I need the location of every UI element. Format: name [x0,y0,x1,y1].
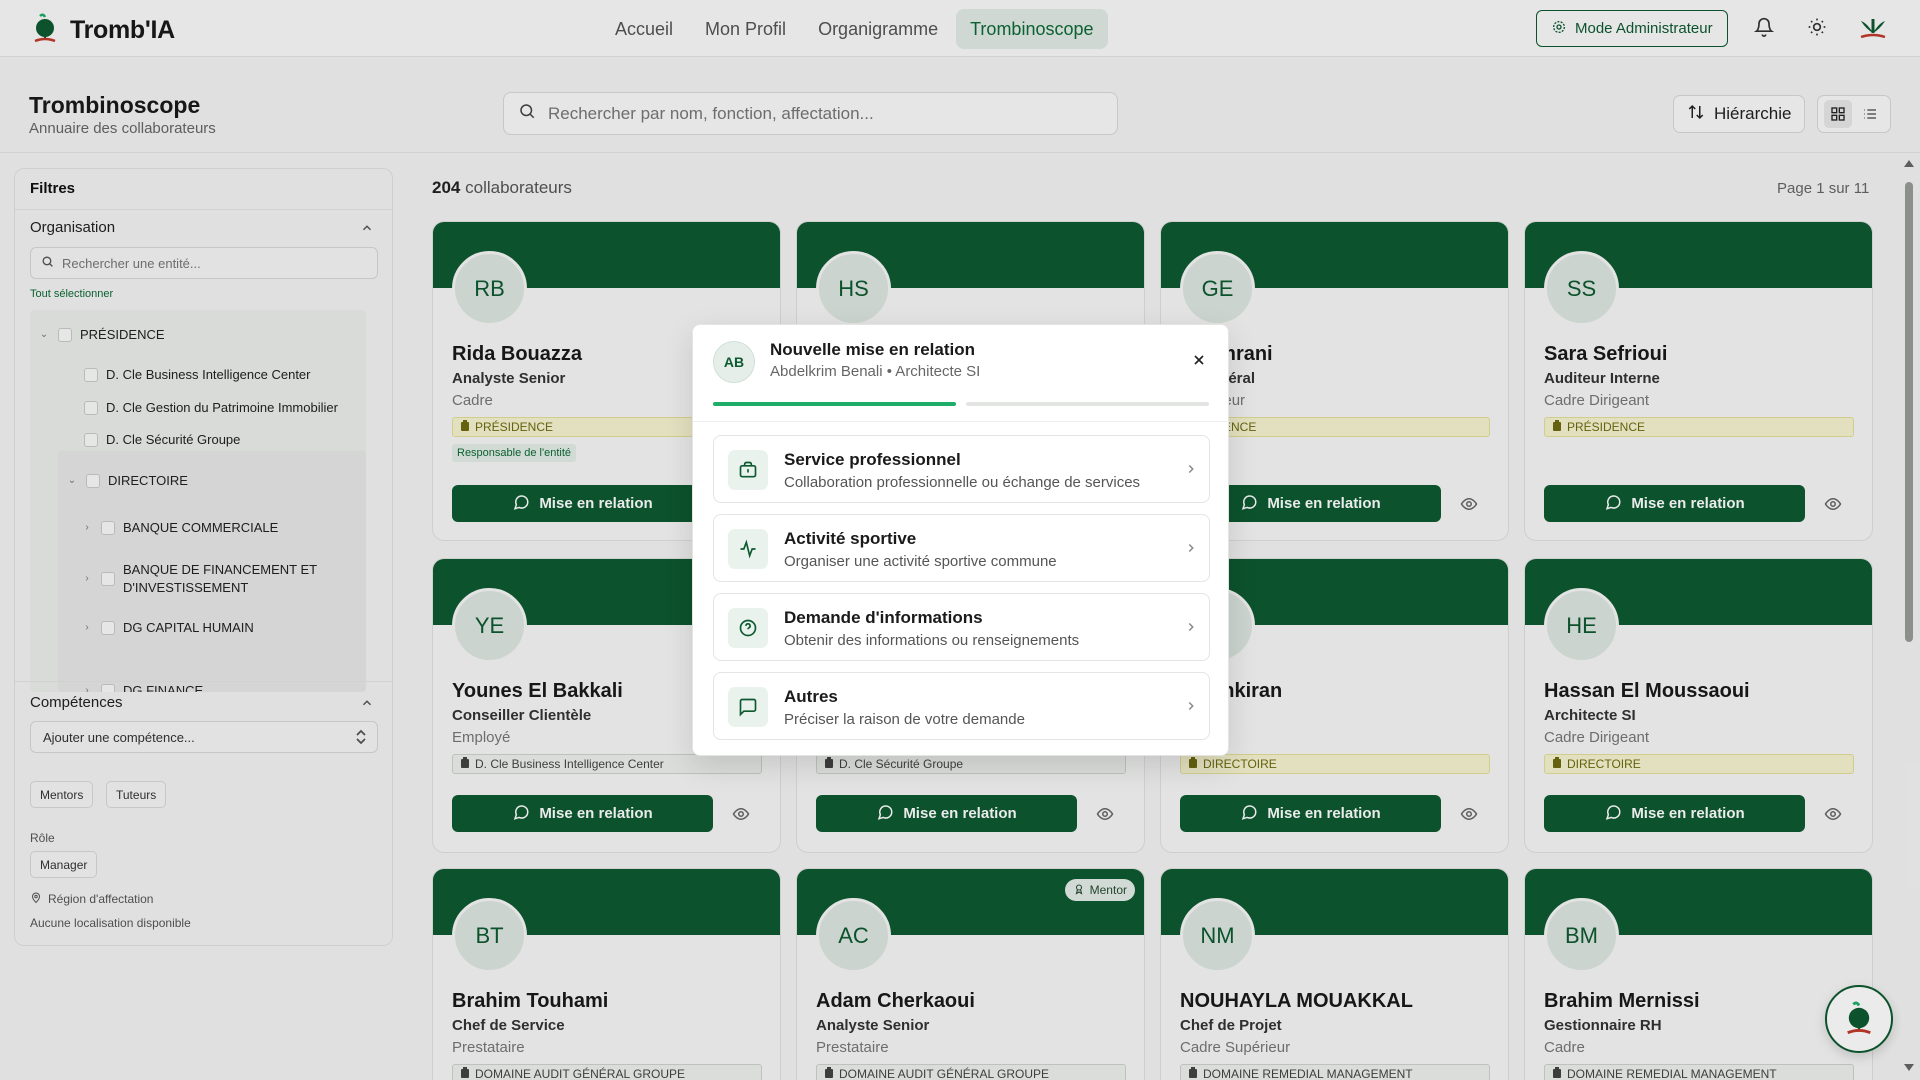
reason-option[interactable]: Demande d'informations Obtenir des inform… [713,593,1210,661]
modal-title: Nouvelle mise en relation [770,340,976,359]
modal-avatar: AB [713,341,755,383]
close-icon [1191,352,1207,371]
divider [693,421,1230,422]
option-title: Service professionnel [784,450,961,469]
contact-request-modal: AB Nouvelle mise en relation Abdelkrim B… [692,324,1230,756]
option-title: Autres [784,687,838,706]
progress-step-pending [966,402,1209,406]
activity-icon [728,529,768,569]
help-circle-icon [728,608,768,648]
chevron-right-icon [1184,620,1198,634]
chevron-right-icon [1184,699,1198,713]
reason-option[interactable]: Activité sportive Organiser une activité … [713,514,1210,582]
chevron-right-icon [1184,541,1198,555]
option-description: Collaboration professionnelle ou échange… [784,474,1141,491]
option-description: Obtenir des informations ou renseignemen… [784,632,1080,649]
close-button[interactable] [1187,349,1211,373]
reason-option[interactable]: Service professionnel Collaboration profe… [713,435,1210,503]
option-description: Préciser la raison de votre demande [784,711,1025,728]
progress-step-done [713,402,956,406]
modal-subtitle: Abdelkrim Benali • Architecte SI [770,363,981,380]
reason-option[interactable]: Autres Préciser la raison de votre demand… [713,672,1210,740]
message-square-icon [728,687,768,727]
briefcase-icon [728,450,768,490]
option-description: Organiser une activité sportive commune [784,553,1057,570]
chevron-right-icon [1184,462,1198,476]
option-title: Demande d'informations [784,608,983,627]
option-title: Activité sportive [784,529,917,548]
